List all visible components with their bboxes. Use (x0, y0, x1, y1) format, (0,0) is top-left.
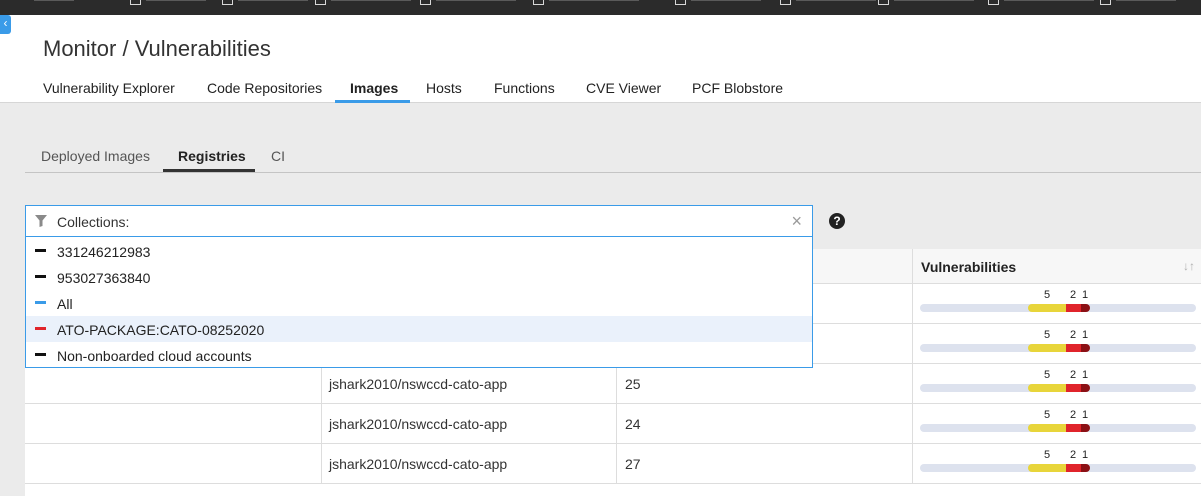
collection-option[interactable]: Non-onboarded cloud accounts (26, 342, 812, 368)
column-header-vulnerabilities[interactable]: Vulnerabilities ↓↑ (912, 249, 1201, 284)
close-icon[interactable]: × (791, 211, 802, 231)
table-row[interactable]: jshark2010/nswccd-cato-app 25 5 2 1 (25, 364, 1201, 404)
tag-cell: 25 (625, 376, 641, 392)
collection-color-swatch (35, 353, 46, 356)
collections-dropdown: 331246212983 953027363840 All ATO-PACKAGE:C… (25, 237, 813, 368)
collection-color-swatch (35, 327, 46, 330)
vulnerability-high-segment (1066, 384, 1081, 392)
cell-divider (616, 364, 617, 403)
tab-functions[interactable]: Functions (494, 80, 555, 96)
collection-option-label: ATO-PACKAGE:CATO-08252020 (57, 322, 265, 338)
collection-color-swatch (35, 301, 46, 304)
vulnerability-medium-count: 5 (1044, 369, 1051, 381)
collection-color-swatch (35, 275, 46, 278)
vulnerability-high-count: 2 (1070, 449, 1077, 461)
browser-bookmarks-bar (0, 0, 1201, 15)
collection-option[interactable]: 331246212983 (26, 238, 812, 264)
sort-arrows-icon[interactable]: ↓↑ (1183, 259, 1195, 273)
collection-option[interactable]: 953027363840 (26, 264, 812, 290)
table-row[interactable]: jshark2010/nswccd-cato-app 27 5 2 1 (25, 444, 1201, 484)
vulnerability-high-segment (1066, 304, 1081, 312)
tag-cell: 24 (625, 416, 641, 432)
vulnerability-critical-segment (1081, 344, 1090, 352)
vulnerability-critical-segment (1081, 464, 1090, 472)
subtab-ci[interactable]: CI (271, 148, 285, 164)
vulnerability-high-segment (1066, 464, 1081, 472)
vulnerability-medium-segment (1028, 344, 1066, 352)
repository-cell: jshark2010/nswccd-cato-app (329, 416, 508, 432)
vulnerability-critical-segment (1081, 304, 1090, 312)
vulnerability-critical-segment (1081, 424, 1090, 432)
cell-divider (912, 404, 913, 443)
column-header-label: Vulnerabilities (921, 259, 1017, 275)
vulnerability-medium-segment (1028, 304, 1066, 312)
tab-vulnerability-explorer[interactable]: Vulnerability Explorer (43, 80, 175, 96)
cell-divider (321, 404, 322, 443)
subtab-deployed-images[interactable]: Deployed Images (41, 148, 150, 164)
filter-label: Collections: (57, 214, 130, 230)
chevron-left-icon: ‹ (3, 16, 8, 30)
vulnerability-critical-count: 1 (1082, 329, 1089, 341)
cell-divider (912, 444, 913, 483)
cell-divider (912, 284, 913, 323)
help-icon[interactable]: ? (829, 213, 845, 229)
tab-code-repositories[interactable]: Code Repositories (207, 80, 322, 96)
page-header: Monitor / Vulnerabilities Vulnerability … (0, 15, 1201, 103)
active-tab-indicator (335, 100, 410, 103)
tab-cve-viewer[interactable]: CVE Viewer (586, 80, 661, 96)
subtab-registries[interactable]: Registries (178, 148, 246, 164)
cell-divider (616, 404, 617, 443)
tab-hosts[interactable]: Hosts (426, 80, 462, 96)
cell-divider (912, 324, 913, 363)
tab-images[interactable]: Images (350, 80, 398, 96)
vulnerability-medium-segment (1028, 464, 1066, 472)
collection-color-swatch (35, 249, 46, 252)
vulnerability-critical-count: 1 (1082, 289, 1089, 301)
cell-divider (321, 444, 322, 483)
collection-option-label: All (57, 296, 73, 312)
vulnerability-critical-count: 1 (1082, 369, 1089, 381)
page-title: Monitor / Vulnerabilities (43, 36, 271, 61)
collection-option-label: 953027363840 (57, 270, 151, 286)
vulnerability-medium-count: 5 (1044, 409, 1051, 421)
vulnerability-high-segment (1066, 424, 1081, 432)
vulnerability-high-count: 2 (1070, 369, 1077, 381)
repository-cell: jshark2010/nswccd-cato-app (329, 376, 508, 392)
cell-divider (321, 364, 322, 403)
vulnerability-high-segment (1066, 344, 1081, 352)
tab-pcf-blobstore[interactable]: PCF Blobstore (692, 80, 783, 96)
vulnerability-high-count: 2 (1070, 409, 1077, 421)
vulnerability-high-count: 2 (1070, 329, 1077, 341)
vulnerability-medium-count: 5 (1044, 449, 1051, 461)
vulnerability-medium-segment (1028, 384, 1066, 392)
vulnerability-medium-segment (1028, 424, 1066, 432)
cell-divider (616, 444, 617, 483)
collection-option[interactable]: All (26, 290, 812, 316)
vulnerability-medium-count: 5 (1044, 329, 1051, 341)
vulnerability-critical-count: 1 (1082, 449, 1089, 461)
collections-filter-input[interactable]: Collections: × (25, 205, 813, 237)
tag-cell: 27 (625, 456, 641, 472)
vulnerability-critical-count: 1 (1082, 409, 1089, 421)
collection-option[interactable]: ATO-PACKAGE:CATO-08252020 (26, 316, 812, 342)
collection-option-label: 331246212983 (57, 244, 151, 260)
repository-cell: jshark2010/nswccd-cato-app (329, 456, 508, 472)
table-row[interactable]: jshark2010/nswccd-cato-app 24 5 2 1 (25, 404, 1201, 444)
vulnerability-critical-segment (1081, 384, 1090, 392)
sidebar-collapse-button[interactable]: ‹ (0, 15, 11, 34)
subtab-divider (25, 172, 1201, 173)
collection-option-label: Non-onboarded cloud accounts (57, 348, 252, 364)
vulnerability-high-count: 2 (1070, 289, 1077, 301)
cell-divider (912, 364, 913, 403)
filter-icon (35, 215, 47, 227)
vulnerability-medium-count: 5 (1044, 289, 1051, 301)
